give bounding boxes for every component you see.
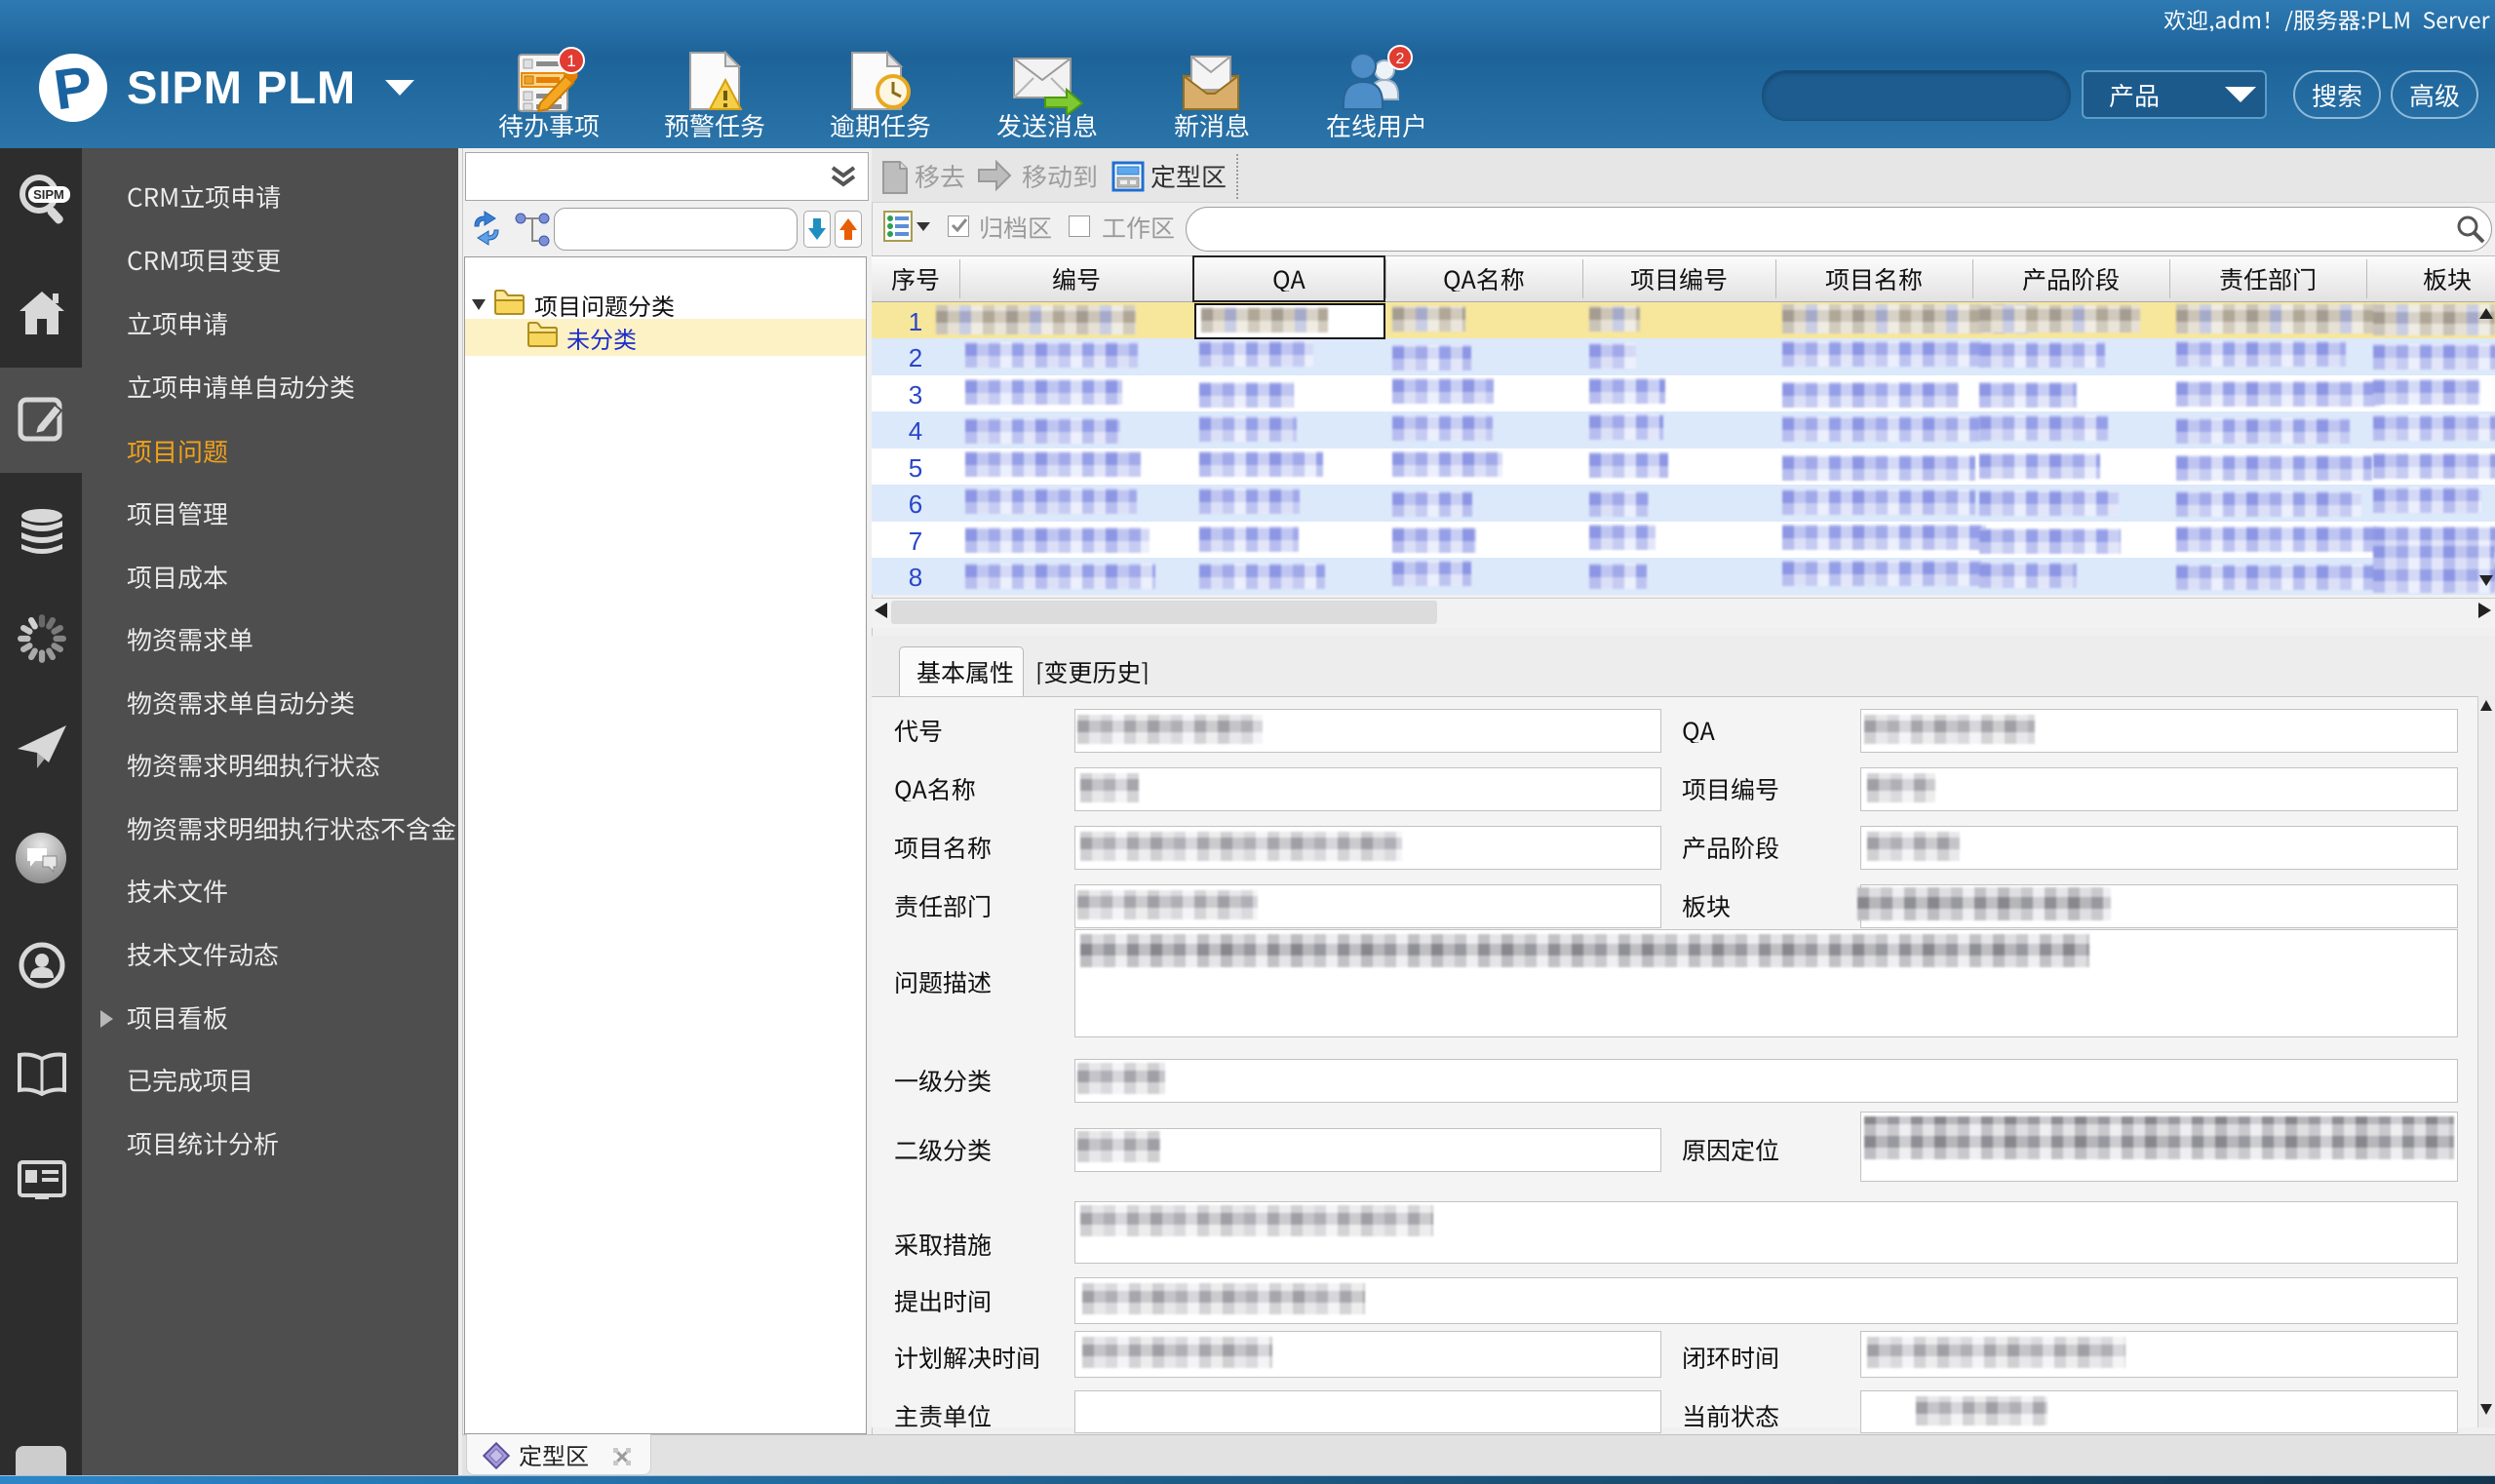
svg-text:SIPM: SIPM: [33, 187, 64, 202]
svg-text:2: 2: [1396, 51, 1405, 67]
svg-text:1: 1: [566, 52, 575, 70]
